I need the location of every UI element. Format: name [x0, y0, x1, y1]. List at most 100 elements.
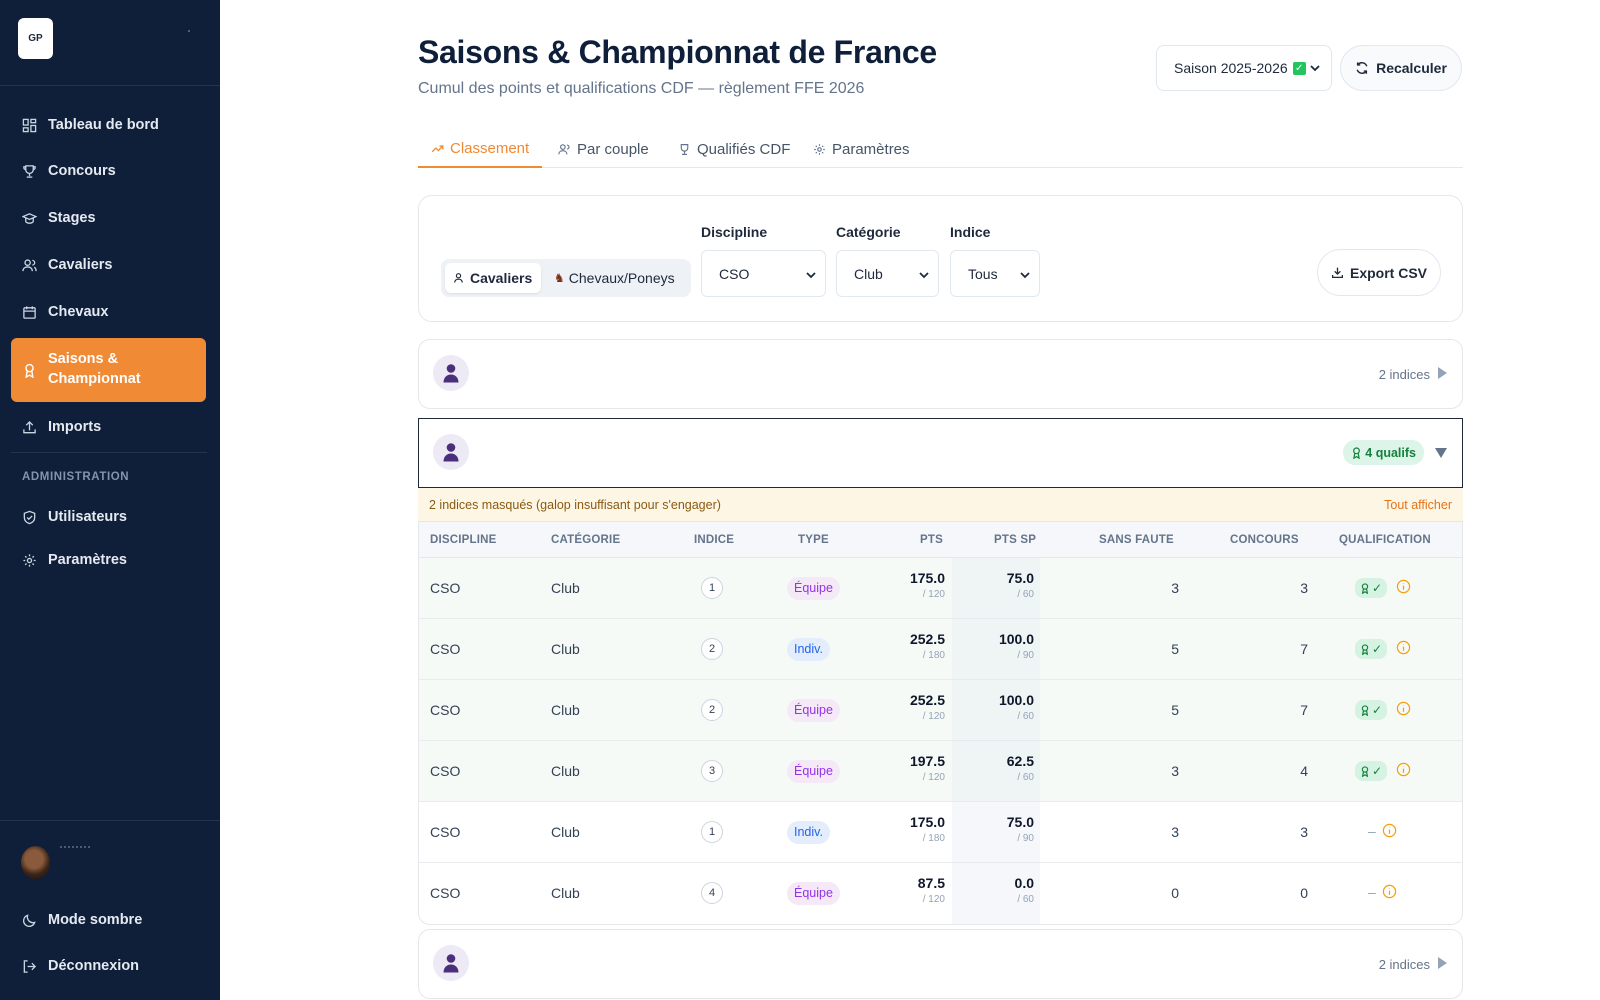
rider-card[interactable]: 2 indices	[418, 339, 1463, 409]
page-subtitle: Cumul des points et qualifications CDF —…	[418, 80, 865, 97]
pts-value: 252.5	[909, 631, 945, 647]
sidebar-divider	[11, 452, 207, 453]
tab-bar: Classement Par couple Qualifiés CDF Para…	[418, 130, 1463, 168]
pts-max: / 180	[922, 650, 945, 661]
award-icon	[1361, 765, 1369, 777]
cell-index: 3	[701, 760, 723, 782]
tab-label: Par couple	[577, 140, 649, 158]
col-sans-faute: SANS FAUTE	[1099, 534, 1174, 546]
col-concours: CONCOURS	[1230, 534, 1299, 546]
mode-riders-button[interactable]: Cavaliers	[445, 263, 542, 293]
discipline-select[interactable]: CSO	[701, 250, 826, 297]
cell-index: 1	[701, 577, 723, 599]
info-icon[interactable]	[1382, 884, 1397, 899]
award-icon	[1361, 643, 1369, 655]
export-csv-button[interactable]: Export CSV	[1317, 249, 1441, 296]
pts-value: 175.0	[909, 570, 945, 586]
info-icon[interactable]	[1396, 579, 1411, 594]
tab-classement[interactable]: Classement	[418, 130, 543, 168]
info-icon[interactable]	[1396, 701, 1411, 716]
cell-pts-sp: 0.0 / 60	[964, 875, 1034, 905]
tab-label: Paramètres	[832, 140, 910, 158]
pts-max: / 120	[922, 589, 945, 600]
table-row: CSO Club 3 Équipe 197.5 / 120 62.5 / 60 3 4 ✓	[419, 741, 1462, 802]
sidebar-divider	[0, 820, 220, 821]
tab-qualifies-cdf[interactable]: Qualifiés CDF	[678, 130, 790, 168]
gear-icon	[814, 143, 825, 155]
sidebar-item-utilisateurs[interactable]: Utilisateurs	[11, 497, 206, 537]
cell-pts: 252.5 / 120	[875, 692, 945, 722]
cell-index: 1	[701, 821, 723, 843]
pts-sp-max: / 60	[1017, 589, 1034, 600]
index-label: Indice	[950, 224, 991, 240]
caret-right-icon[interactable]	[1436, 366, 1448, 380]
caret-right-icon[interactable]	[1436, 956, 1448, 970]
rider-avatar	[433, 355, 469, 391]
pts-sp-value: 62.5	[1006, 753, 1034, 769]
table-body: CSO Club 1 Équipe 175.0/ 120 75.0/ 60 3 3 ✓ CSO Cl…	[419, 558, 1462, 924]
cell-category: Club	[551, 763, 580, 779]
sidebar-item-label: Saisons & Championnat	[48, 351, 141, 387]
sidebar-item-chevaux[interactable]: Chevaux	[11, 292, 206, 332]
rider-card[interactable]: 2 indices	[418, 929, 1463, 999]
pts-sp-value: 100.0	[998, 692, 1034, 708]
trending-up-icon	[431, 144, 444, 152]
show-all-link[interactable]: Tout afficher	[1384, 498, 1452, 512]
pts-sp-value: 75.0	[1006, 570, 1034, 586]
recalculate-button[interactable]: Recalculer	[1340, 45, 1462, 91]
index-select[interactable]: Tous	[950, 250, 1040, 297]
info-icon[interactable]	[1396, 762, 1411, 777]
category-select[interactable]: Club	[836, 250, 939, 297]
cell-pts-sp: 75.0 / 60	[964, 570, 1034, 600]
tab-parametres[interactable]: Paramètres	[813, 130, 910, 168]
user-avatar[interactable]	[21, 846, 50, 879]
sidebar-item-cavaliers[interactable]: Cavaliers	[11, 245, 206, 285]
col-pts: PTS	[920, 534, 943, 546]
sidebar-item-concours[interactable]: Concours	[11, 151, 206, 191]
pts-sp-max: / 90	[1017, 650, 1034, 661]
logout-button[interactable]: Déconnexion	[11, 946, 206, 986]
info-icon[interactable]	[1382, 823, 1397, 838]
qualified-badge: ✓	[1355, 578, 1388, 598]
qualified-mark: ✓	[1372, 764, 1383, 778]
dark-mode-toggle[interactable]: Mode sombre	[11, 900, 206, 940]
cell-pts-sp: 100.0 / 60	[964, 692, 1034, 722]
qualifs-badge: 4 qualifs	[1343, 440, 1424, 465]
sidebar-item-imports[interactable]: Imports	[11, 407, 206, 447]
sidebar-item-parametres[interactable]: Paramètres	[11, 540, 206, 580]
tab-par-couple[interactable]: Par couple	[558, 130, 649, 168]
not-qualified-mark: –	[1368, 823, 1376, 839]
sidebar-item-dashboard[interactable]: Tableau de bord	[11, 105, 206, 145]
mode-horses-button[interactable]: ♞ Chevaux/Poneys	[545, 263, 684, 293]
logout-icon	[23, 959, 37, 973]
cell-type-badge: Équipe	[787, 577, 840, 600]
info-icon[interactable]	[1396, 640, 1411, 655]
sidebar-item-stages[interactable]: Stages	[11, 198, 206, 238]
sidebar-item-label: Tableau de bord	[48, 117, 159, 133]
pts-sp-value: 100.0	[998, 631, 1034, 647]
cell-discipline: CSO	[430, 641, 461, 657]
caret-down-icon[interactable]	[1434, 447, 1448, 459]
sidebar-item-saisons[interactable]: Saisons & Championnat	[11, 338, 206, 402]
col-index: INDICE	[694, 534, 735, 546]
pts-max: / 120	[922, 772, 945, 783]
cell-type-badge: Équipe	[787, 760, 840, 783]
app-logo[interactable]: GP	[18, 18, 53, 59]
hidden-indices-warning: 2 indices masqués (galop insuffisant pou…	[418, 488, 1463, 522]
rider-indices-count: 2 indices	[1378, 367, 1430, 382]
dashboard-icon	[22, 118, 37, 132]
cell-category: Club	[551, 641, 580, 657]
cell-discipline: CSO	[430, 763, 461, 779]
user-icon	[443, 443, 459, 462]
rider-card-expanded[interactable]: 4 qualifs	[418, 418, 1463, 488]
export-csv-label: Export CSV	[1349, 264, 1427, 281]
sidebar-item-label: Imports	[48, 419, 102, 435]
index-value: Tous	[968, 265, 998, 282]
user-name-placeholder	[60, 846, 90, 849]
qualified-mark: ✓	[1372, 642, 1383, 656]
sidebar-section-admin: ADMINISTRATION	[22, 471, 130, 483]
sidebar-item-label: Chevaux	[48, 304, 109, 320]
season-select[interactable]: Saison 2025-2026 ✓	[1156, 45, 1332, 91]
cell-category: Club	[551, 824, 580, 840]
pts-sp-max: / 60	[1017, 894, 1034, 905]
